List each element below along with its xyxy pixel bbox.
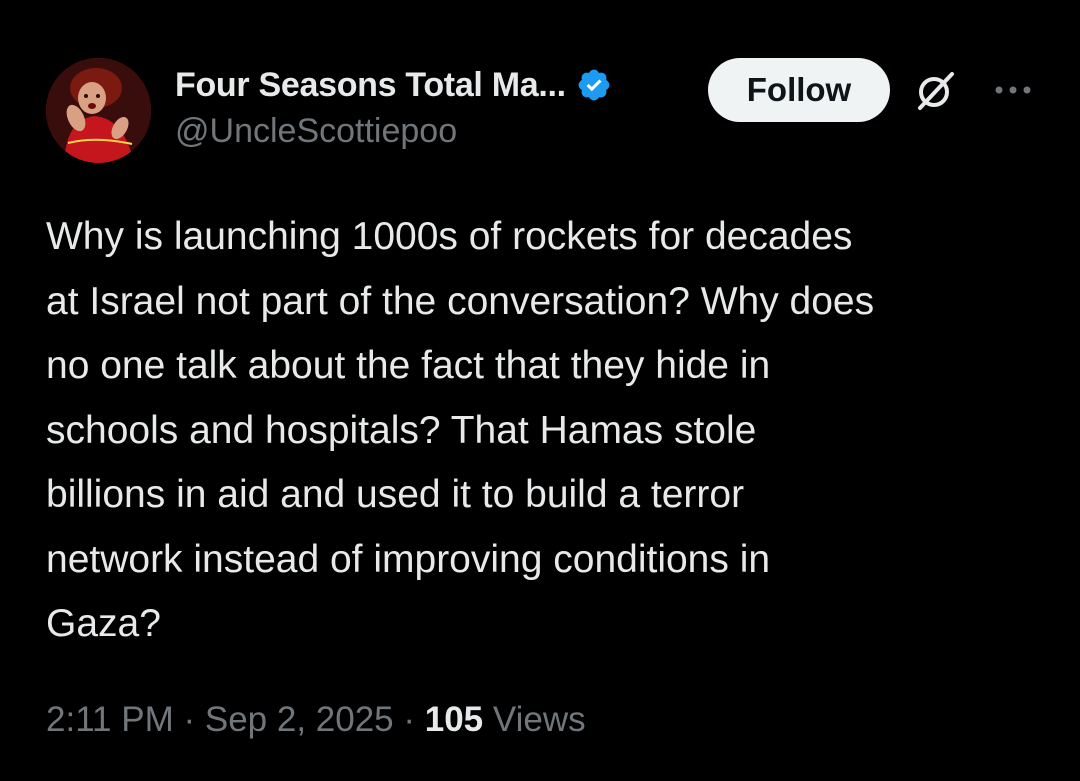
views-label: Views xyxy=(483,700,586,739)
tweet-date[interactable]: Sep 2, 2025 xyxy=(205,700,394,739)
tweet-header: Four Seasons Total Ma... @UncleScottiepo… xyxy=(46,58,1046,168)
avatar[interactable] xyxy=(46,58,151,163)
display-name-row: Four Seasons Total Ma... xyxy=(175,64,715,106)
tweet-time[interactable]: 2:11 PM xyxy=(46,700,174,739)
display-name[interactable]: Four Seasons Total Ma... xyxy=(175,66,566,105)
author-handle[interactable]: @UncleScottiepoo xyxy=(175,112,715,151)
follow-button[interactable]: Follow xyxy=(708,58,890,122)
author-names: Four Seasons Total Ma... @UncleScottiepo… xyxy=(175,64,715,151)
meta-separator: · xyxy=(173,700,205,739)
avatar-image xyxy=(46,58,151,163)
more-horizontal-icon[interactable] xyxy=(991,78,1035,102)
grok-icon[interactable] xyxy=(912,68,958,114)
meta-separator: · xyxy=(393,700,425,739)
views-count[interactable]: 105 xyxy=(425,700,483,739)
tweet-card: Four Seasons Total Ma... @UncleScottiepo… xyxy=(0,0,1080,781)
verified-badge-icon[interactable] xyxy=(576,67,612,103)
tweet-text: Why is launching 1000s of rockets for de… xyxy=(46,215,875,645)
tweet-meta: 2:11 PM · Sep 2, 2025 · 105 Views xyxy=(46,700,586,740)
